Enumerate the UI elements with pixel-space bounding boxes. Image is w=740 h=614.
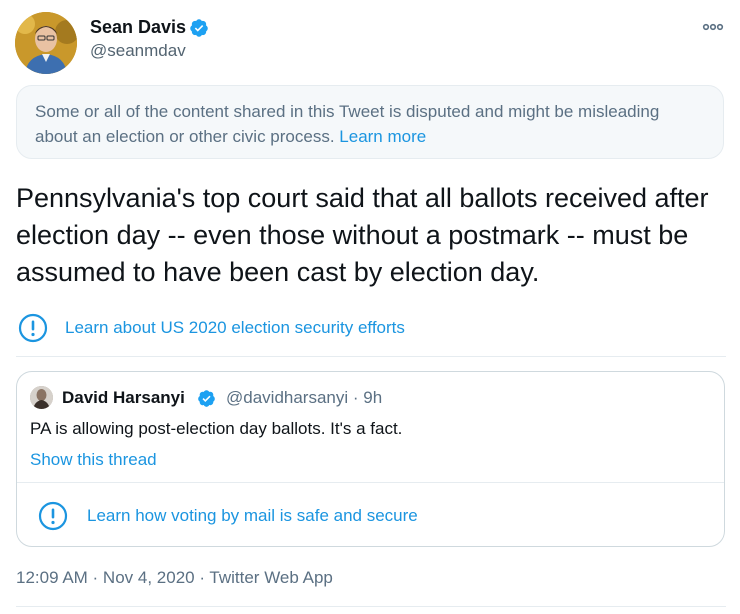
quote-text: PA is allowing post-election day ballots… <box>30 419 403 438</box>
bottom-divider <box>16 606 726 607</box>
more-options-icon[interactable] <box>700 14 726 40</box>
election-security-label: Learn about US 2020 election security ef… <box>65 318 405 337</box>
quote-author-avatar[interactable] <box>30 386 53 409</box>
quote-divider <box>17 482 724 483</box>
author-name[interactable]: Sean Davis <box>90 17 186 38</box>
author-avatar[interactable] <box>15 12 77 74</box>
info-exclamation-icon <box>38 501 68 531</box>
tweet-text: Pennsylvania's top court said that all b… <box>16 183 709 287</box>
profile-photo <box>15 12 77 74</box>
verified-badge-icon <box>190 19 208 37</box>
learn-more-link[interactable]: Learn more <box>339 127 426 146</box>
author-handle[interactable]: @seanmdav <box>90 41 186 61</box>
mail-voting-link[interactable]: Learn how voting by mail is safe and sec… <box>38 501 418 531</box>
election-security-link[interactable]: Learn about US 2020 election security ef… <box>18 313 405 343</box>
quote-verified-badge-icon <box>198 390 215 407</box>
info-exclamation-icon <box>18 313 48 343</box>
quoted-tweet[interactable]: David Harsanyi @davidharsanyi · 9h PA is… <box>16 371 725 547</box>
quote-author-name[interactable]: David Harsanyi <box>62 388 185 408</box>
tweet-timestamp[interactable]: 12:09 AM · Nov 4, 2020 · Twitter Web App <box>16 568 333 588</box>
quote-profile-photo <box>30 386 53 409</box>
quote-meta: @davidharsanyi · 9h <box>226 388 382 408</box>
quote-time[interactable]: 9h <box>363 388 382 407</box>
show-thread-link[interactable]: Show this thread <box>30 450 157 470</box>
divider <box>16 356 726 357</box>
mail-voting-label: Learn how voting by mail is safe and sec… <box>87 506 418 525</box>
disputed-content-notice: Some or all of the content shared in thi… <box>16 85 724 159</box>
quote-author-handle[interactable]: @davidharsanyi <box>226 388 348 407</box>
meta-separator: · <box>352 388 359 407</box>
